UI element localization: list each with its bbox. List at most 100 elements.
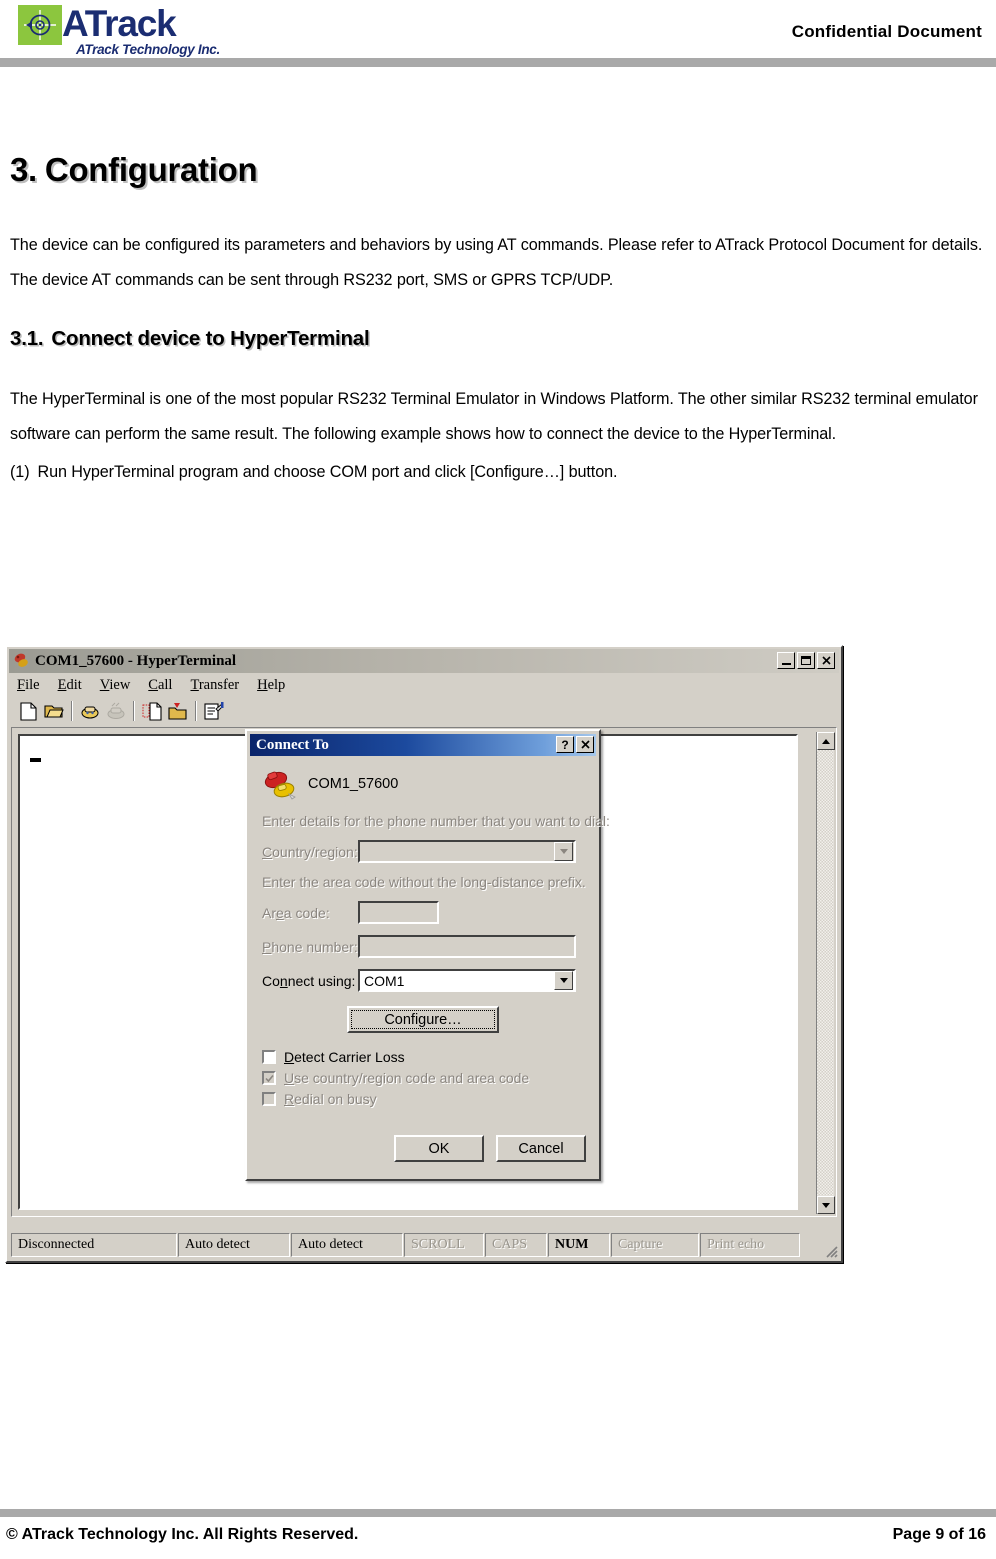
status-caps: CAPS [485,1233,547,1257]
scroll-down-icon[interactable] [817,1196,835,1214]
hyperterminal-titlebar[interactable]: COM1_57600 - HyperTerminal [9,649,839,673]
country-region-label: Country/region: [262,843,358,860]
detect-carrier-loss-row[interactable]: Detect Carrier Loss [262,1049,584,1065]
terminal-cursor [30,758,41,762]
area-code-input[interactable] [358,901,439,924]
phone-number-row: Phone number: [262,935,584,958]
subsection-title: Connect device to HyperTerminal [51,327,370,350]
cancel-button[interactable]: Cancel [496,1135,586,1162]
menu-edit[interactable]: Edit [58,677,82,694]
redial-on-busy-checkbox [262,1092,276,1106]
hyperterminal-statusbar: Disconnected Auto detect Auto detect SCR… [11,1233,837,1257]
dialog-title: Connect To [256,736,329,753]
configure-button-label: Configure… [384,1011,462,1028]
section-title: Configuration [44,151,258,188]
close-icon[interactable] [576,736,594,753]
status-print-echo: Print echo [700,1233,800,1257]
footer-copyright: © ATrack Technology Inc. All Rights Rese… [6,1526,358,1544]
chevron-down-icon[interactable] [554,971,573,990]
dialog-action-buttons: OK Cancel [394,1135,586,1162]
vertical-scrollbar[interactable] [816,732,835,1214]
footer-page-number: Page 9 of 16 [892,1526,986,1543]
open-folder-icon[interactable] [41,699,67,724]
intro-paragraph: The device can be configured its paramet… [10,236,983,289]
logo-wordmark: ATrack [62,3,177,44]
copyright-symbol: © [6,1526,18,1543]
hyperterminal-title: COM1_57600 - HyperTerminal [35,652,237,669]
resize-grip[interactable] [823,1243,839,1259]
menu-help[interactable]: Help [257,677,285,694]
status-connection: Disconnected [11,1233,177,1257]
connection-header: COM1_57600 [262,768,584,800]
menu-file[interactable]: File [17,677,40,694]
menu-view[interactable]: View [100,677,131,694]
confidential-label: Confidential Document [791,22,982,41]
send-file-icon[interactable] [139,699,165,724]
detect-carrier-loss-label: Detect Carrier Loss [284,1049,405,1065]
new-connection-icon[interactable] [15,699,41,724]
step-number: (1) [10,463,30,481]
ok-button[interactable]: OK [394,1135,484,1162]
dialog-titlebar[interactable]: Connect To ? [250,734,596,756]
connect-using-select[interactable]: COM1 [358,969,576,992]
status-protocol: Auto detect [178,1233,290,1257]
menu-transfer[interactable]: Transfer [190,677,239,694]
header-divider [0,58,996,67]
use-country-code-row: Use country/region code and area code [262,1070,584,1086]
step-1: (1) Run HyperTerminal program and choose … [10,458,990,486]
connect-to-dialog: Connect To ? COM1_57600 Enter details fo… [245,729,610,1181]
close-button[interactable] [817,652,835,669]
status-num: NUM [548,1233,610,1257]
help-button[interactable]: ? [556,736,574,753]
maximize-button[interactable] [797,652,815,669]
scroll-up-icon[interactable] [817,732,835,750]
use-country-code-checkbox [262,1071,276,1085]
receive-file-icon[interactable] [165,699,191,724]
phone-number-label: Phone number: [262,938,358,955]
step-text: Run HyperTerminal program and choose COM… [37,463,618,481]
chevron-down-icon[interactable] [554,842,573,861]
country-region-row: Country/region: [262,840,584,863]
footer-divider [0,1509,996,1517]
subsection-paragraph: The HyperTerminal is one of the most pop… [10,390,978,443]
area-code-row: Area code: [262,901,584,924]
area-code-label: Area code: [262,904,330,921]
use-country-code-label: Use country/region code and area code [284,1070,530,1086]
phone-number-input[interactable] [358,935,576,958]
subsection-heading: 3.1. Connect device to HyperTerminal [10,326,990,352]
hyperterminal-toolbar [9,696,839,726]
section-heading: 3. Configuration [10,150,990,190]
dialog-instruction: Enter details for the phone number that … [262,813,610,829]
connect-using-row: Connect using: COM1 [262,969,584,992]
hyperterminal-icon [13,652,31,670]
toolbar-separator-1 [71,701,73,721]
page-header: ATrack ATrack Technology Inc. Confidenti… [0,0,996,67]
redial-on-busy-label: Redial on busy [284,1091,377,1107]
connect-using-label: Connect using: [262,972,356,989]
crosshair-target-icon [18,5,62,45]
atrack-logo: ATrack ATrack Technology Inc. [18,2,268,58]
menu-call[interactable]: Call [148,677,172,694]
document-content: 3. Configuration The device can be config… [10,150,990,494]
status-scroll: SCROLL [404,1233,484,1257]
dialog-body: COM1_57600 Enter details for the phone n… [250,758,610,1176]
properties-icon[interactable] [201,699,227,724]
area-code-hint: Enter the area code without the long-dis… [262,874,586,890]
toolbar-separator-3 [195,701,197,721]
hyperterminal-menubar: File Edit View Call Transfer Help [9,674,839,696]
disconnect-phone-icon [103,699,129,724]
dialog-title-buttons: ? [556,736,594,753]
connection-name: COM1_57600 [308,776,399,792]
configure-button-wrapper: Configure… [262,1006,584,1033]
telephone-icon [262,768,300,800]
call-phone-icon[interactable] [77,699,103,724]
subsection-number: 3.1. [10,327,44,350]
minimize-button[interactable] [777,652,795,669]
configure-button[interactable]: Configure… [347,1006,499,1033]
status-capture: Capture [611,1233,699,1257]
section-number: 3. [10,151,37,188]
page-footer: © ATrack Technology Inc. All Rights Rese… [0,1499,996,1559]
detect-carrier-loss-checkbox[interactable] [262,1050,276,1064]
toolbar-separator-2 [133,701,135,721]
country-region-select[interactable] [358,840,576,863]
